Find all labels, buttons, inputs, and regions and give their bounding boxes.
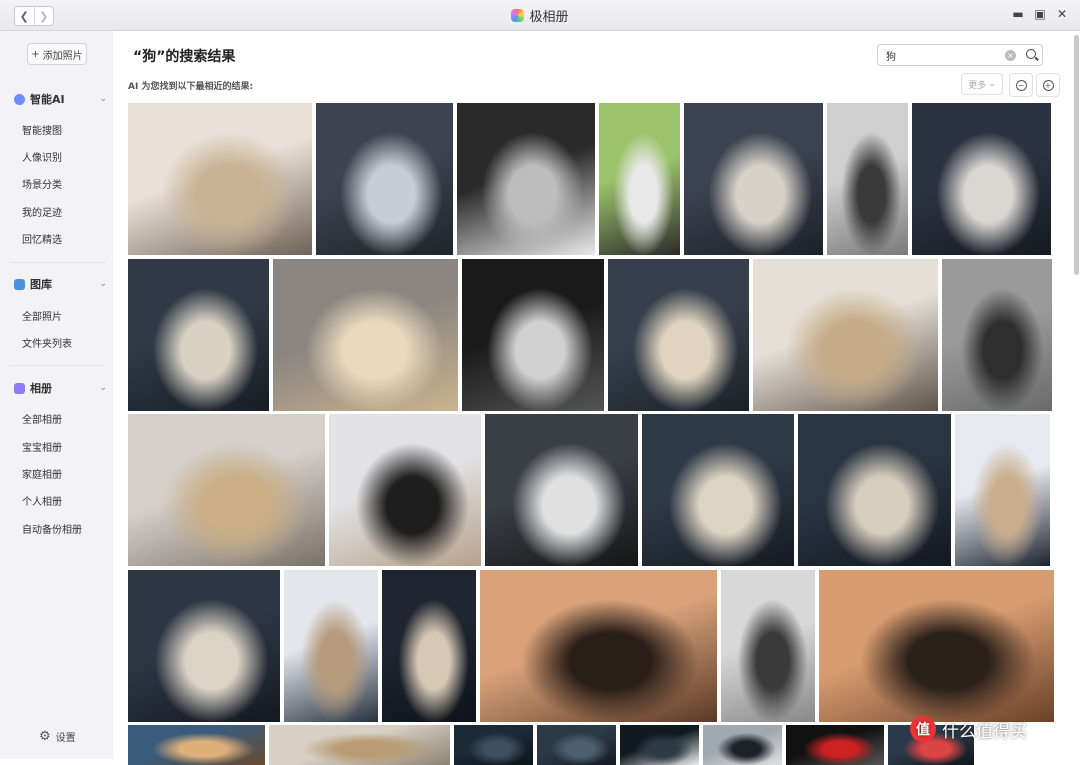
photo-thumbnail[interactable]	[942, 259, 1052, 411]
search-input[interactable]: 狗	[886, 48, 896, 63]
chevron-down-icon: ⌄	[99, 279, 107, 289]
photo-thumbnail[interactable]	[128, 414, 325, 566]
zoom-in-button[interactable]: +	[1036, 73, 1060, 97]
more-button[interactable]: 更多 ⌄	[961, 73, 1003, 95]
section-gallery-title: 图库	[30, 278, 52, 291]
watermark-badge: 值	[910, 716, 936, 742]
photo-thumbnail[interactable]	[485, 414, 638, 566]
sidebar-item-scene-classification[interactable]: 场景分类	[22, 179, 62, 193]
watermark: 值 什么值得买	[910, 716, 1027, 742]
app-title: 极相册	[0, 0, 1080, 30]
photo-thumbnail[interactable]	[599, 103, 680, 255]
photo-thumbnail[interactable]	[798, 414, 951, 566]
photo-thumbnail[interactable]	[128, 259, 269, 411]
zoom-in-icon: +	[1042, 79, 1054, 91]
section-ai[interactable]: 智能AI ⌄	[14, 90, 111, 108]
photo-thumbnail[interactable]	[382, 570, 476, 722]
sidebar-item-memories[interactable]: 回忆精选	[22, 234, 62, 248]
photo-thumbnail[interactable]	[457, 103, 595, 255]
sidebar-item-all-photos[interactable]: 全部照片	[22, 311, 62, 325]
photo-thumbnail[interactable]	[316, 103, 453, 255]
photo-thumbnail[interactable]	[284, 570, 378, 722]
sidebar-item-footprints[interactable]: 我的足迹	[22, 207, 62, 221]
title-bar: ❮ ❯ 极相册 ▬ ▣ ✕	[0, 0, 1080, 31]
add-photo-button[interactable]: + 添加照片	[27, 43, 87, 65]
close-icon: ✕	[1056, 7, 1068, 21]
sidebar-item-baby-album[interactable]: 宝宝相册	[22, 442, 62, 456]
sidebar-item-family-album[interactable]: 家庭相册	[22, 469, 62, 483]
zoom-out-icon: −	[1015, 79, 1027, 91]
photo-thumbnail[interactable]	[269, 725, 450, 765]
zoom-out-button[interactable]: −	[1009, 73, 1033, 97]
minimize-button[interactable]: ▬	[1010, 7, 1026, 21]
settings-label: 设置	[55, 733, 76, 744]
photo-thumbnail[interactable]	[721, 570, 815, 722]
chevron-down-icon: ⌄	[99, 94, 107, 104]
sidebar-item-personal-album[interactable]: 个人相册	[22, 496, 62, 510]
photo-thumbnail[interactable]	[128, 725, 265, 765]
section-gallery[interactable]: 图库 ⌄	[14, 275, 111, 293]
sidebar: + 添加照片 智能AI ⌄ 智能搜图 人像识别 场景分类 我的足迹 回忆精选 图…	[0, 31, 113, 759]
minimize-icon: ▬	[1012, 7, 1024, 21]
add-photo-label: 添加照片	[42, 50, 83, 62]
settings-button[interactable]: ⚙ 设置	[39, 729, 76, 744]
photo-thumbnail[interactable]	[537, 725, 616, 765]
ai-icon	[14, 93, 25, 105]
clear-icon[interactable]: ×	[1005, 50, 1016, 61]
photo-thumbnail[interactable]	[480, 570, 717, 722]
photo-thumbnail[interactable]	[128, 570, 280, 722]
more-label: 更多	[968, 80, 987, 91]
photo-thumbnail[interactable]	[955, 414, 1050, 566]
album-icon	[14, 382, 25, 394]
photo-thumbnail[interactable]	[128, 103, 312, 255]
photo-thumbnail[interactable]	[329, 414, 481, 566]
search-icon[interactable]	[1026, 49, 1036, 59]
photo-thumbnail[interactable]	[608, 259, 749, 411]
photo-thumbnail[interactable]	[684, 103, 823, 255]
sidebar-item-auto-backup-album[interactable]: 自动备份相册	[22, 524, 82, 538]
photo-thumbnail[interactable]	[703, 725, 782, 765]
main-content: “狗”的搜索结果 AI 为您找到以下最相近的结果: 狗 × 更多 ⌄ − +	[113, 31, 1080, 765]
section-albums[interactable]: 相册 ⌄	[14, 379, 111, 397]
photo-thumbnail[interactable]	[912, 103, 1051, 255]
chevron-down-icon: ⌄	[99, 383, 107, 393]
photo-thumbnail[interactable]	[786, 725, 884, 765]
photo-thumbnail[interactable]	[273, 259, 458, 411]
section-albums-title: 相册	[30, 382, 52, 395]
sidebar-item-face-recognition[interactable]: 人像识别	[22, 152, 62, 166]
chevron-down-icon: ⌄	[988, 79, 996, 89]
result-subtitle: AI 为您找到以下最相近的结果:	[128, 82, 254, 92]
sidebar-item-smart-search[interactable]: 智能搜图	[22, 125, 62, 139]
search-box: 狗 ×	[877, 44, 1043, 66]
gallery-icon	[14, 278, 25, 290]
maximize-button[interactable]: ▣	[1032, 7, 1048, 21]
section-ai-title: 智能AI	[30, 93, 65, 106]
sidebar-item-folder-list[interactable]: 文件夹列表	[22, 338, 72, 352]
scrollbar[interactable]	[1074, 35, 1079, 275]
app-logo-icon	[511, 8, 525, 22]
photo-thumbnail[interactable]	[819, 570, 1054, 722]
divider	[10, 365, 105, 366]
photo-thumbnail[interactable]	[642, 414, 794, 566]
gear-icon: ⚙	[39, 729, 51, 744]
sidebar-item-all-albums[interactable]: 全部相册	[22, 414, 62, 428]
photo-thumbnail[interactable]	[753, 259, 938, 411]
photo-thumbnail[interactable]	[827, 103, 908, 255]
photo-thumbnail[interactable]	[620, 725, 699, 765]
app-title-text: 极相册	[529, 9, 569, 25]
photo-thumbnail[interactable]	[462, 259, 604, 411]
divider	[10, 262, 105, 263]
page-title: “狗”的搜索结果	[133, 49, 236, 65]
maximize-icon: ▣	[1034, 7, 1046, 21]
photo-thumbnail[interactable]	[454, 725, 533, 765]
close-button[interactable]: ✕	[1054, 7, 1070, 21]
plus-icon: +	[31, 48, 40, 60]
watermark-text: 什么值得买	[942, 721, 1027, 742]
